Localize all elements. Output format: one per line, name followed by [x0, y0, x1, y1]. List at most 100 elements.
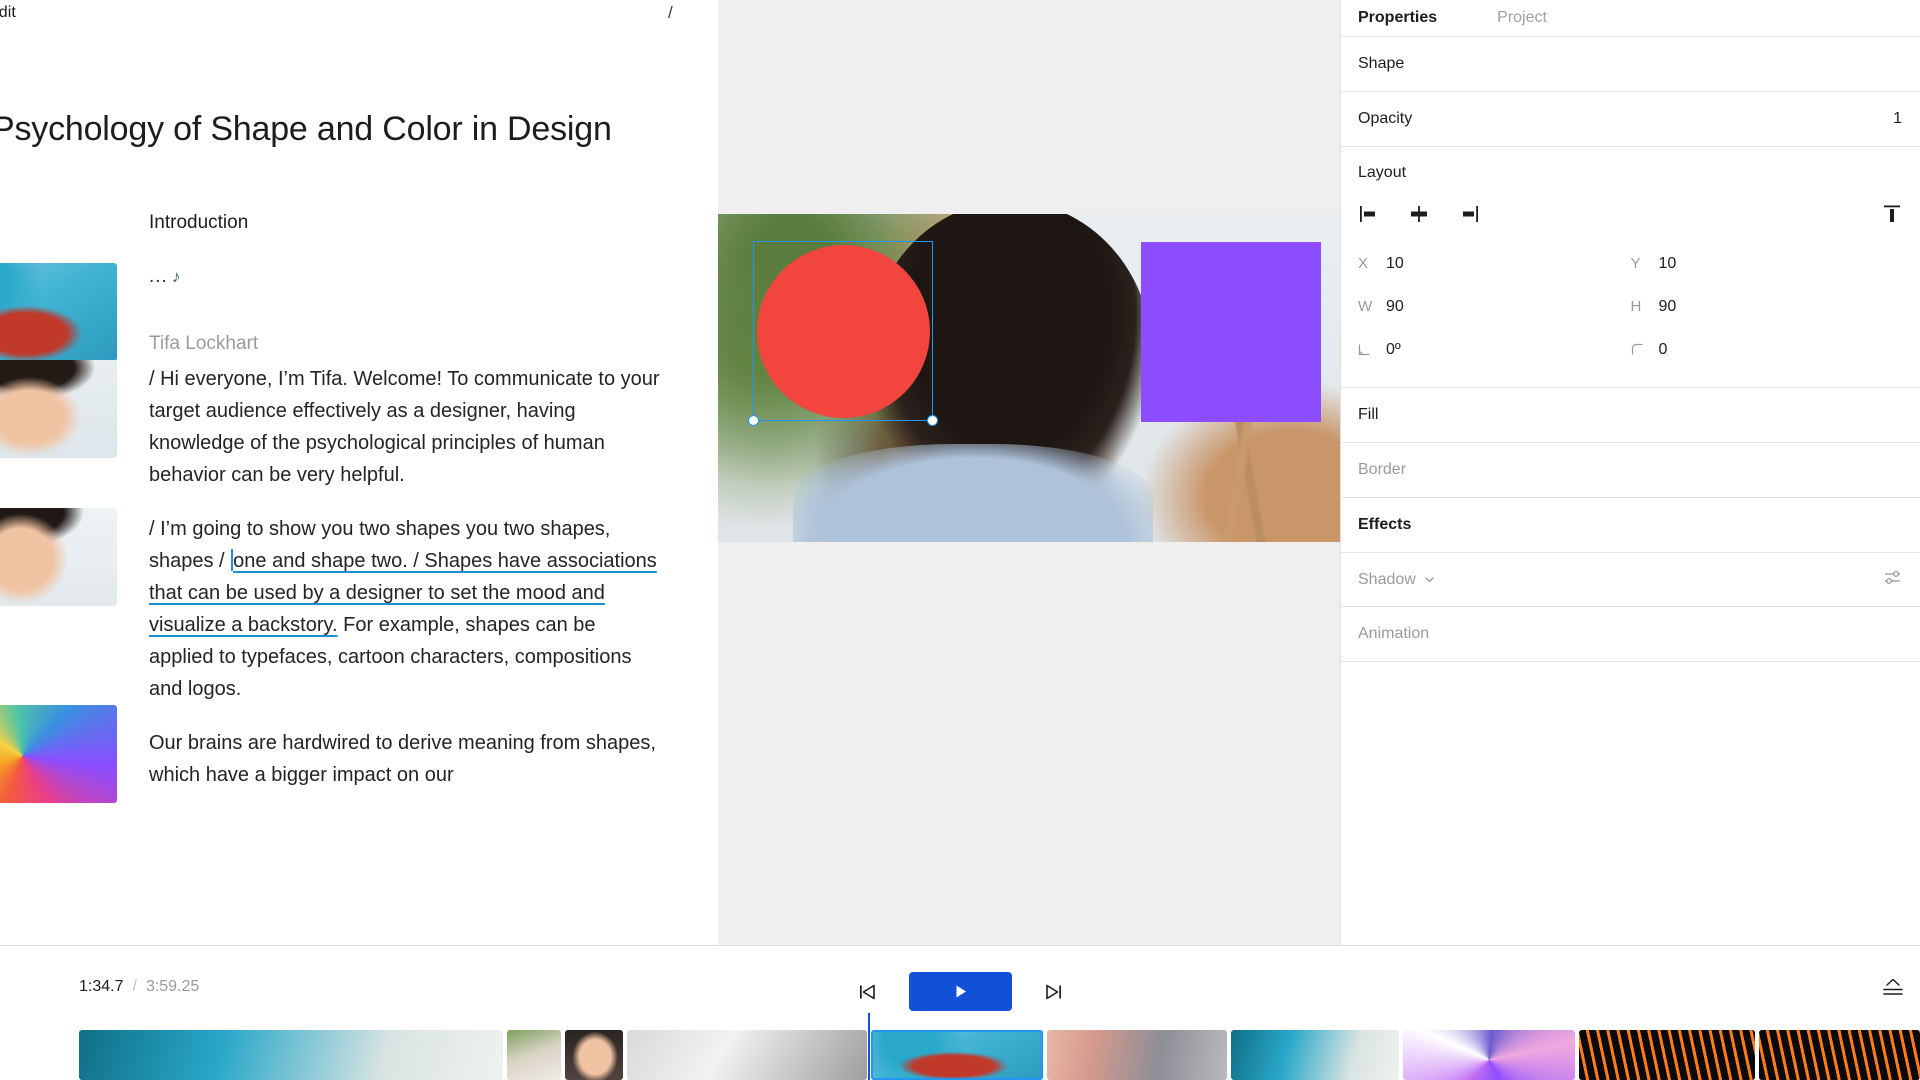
row-shadow[interactable]: Shadow: [1341, 553, 1920, 607]
tab-properties[interactable]: Properties: [1358, 9, 1437, 27]
video-editor-app: Edit / Psychology of Shape and Color in …: [0, 0, 1920, 1080]
doc-thumbnail[interactable]: [0, 705, 117, 803]
tab-project[interactable]: Project: [1497, 9, 1547, 27]
timeline-clip[interactable]: [1579, 1030, 1755, 1080]
h-key-label: H: [1630, 298, 1642, 315]
section-border[interactable]: Border: [1341, 443, 1920, 498]
corner-radius-value[interactable]: 0: [1659, 341, 1668, 359]
sliders-icon[interactable]: [1883, 568, 1902, 592]
video-subject-shirt: [792, 443, 1154, 542]
clip-thumbnail: [1403, 1030, 1575, 1080]
clip-thumbnail: [507, 1030, 561, 1080]
x-key-label: X: [1358, 255, 1369, 272]
field-height[interactable]: H 90: [1631, 298, 1904, 316]
timeline-clip[interactable]: [507, 1030, 561, 1080]
corner-radius-icon: [1631, 343, 1647, 356]
layout-section-label: Layout: [1358, 164, 1407, 181]
doc-thumbnail[interactable]: [0, 263, 117, 361]
timeline-clip[interactable]: [79, 1030, 503, 1080]
w-key-label: W: [1358, 298, 1373, 315]
timeline-clip[interactable]: [1231, 1030, 1399, 1080]
doc-thumbnail-art: [0, 508, 117, 606]
clip-thumbnail: [565, 1030, 623, 1080]
export-icon: [1883, 978, 1903, 995]
clip-thumbnail: [1047, 1030, 1227, 1080]
doc-thumbnail[interactable]: [0, 508, 117, 606]
skip-to-end-button[interactable]: [1040, 979, 1066, 1005]
transcript-pane: Edit / Psychology of Shape and Color in …: [0, 0, 718, 945]
preview-canvas[interactable]: [718, 0, 1340, 945]
section-shape[interactable]: Shape: [1341, 37, 1920, 92]
x-value[interactable]: 10: [1386, 255, 1404, 273]
rotation-value[interactable]: 0º: [1386, 341, 1401, 359]
align-right-icon[interactable]: [1458, 203, 1480, 225]
timeline-clip[interactable]: [565, 1030, 623, 1080]
timeline-clip-selected[interactable]: [871, 1030, 1043, 1080]
timeline-clip[interactable]: [1403, 1030, 1575, 1080]
align-top-icon[interactable]: [1881, 203, 1903, 225]
overlay-shape-square[interactable]: [1141, 242, 1321, 422]
play-button[interactable]: [908, 972, 1012, 1011]
transcript-paragraph-3[interactable]: Our brains are hardwired to derive meani…: [149, 727, 661, 791]
doc-thumbnail[interactable]: [0, 360, 117, 458]
play-icon: [956, 985, 966, 998]
menu-edit[interactable]: Edit: [0, 4, 16, 22]
timeline-filmstrip[interactable]: [0, 1030, 1920, 1080]
border-section-label: Border: [1358, 461, 1407, 478]
video-preview-frame[interactable]: [718, 214, 1340, 542]
clip-thumbnail: [871, 1030, 1043, 1080]
timeline-playhead[interactable]: [868, 1013, 870, 1080]
align-center-horizontal-icon[interactable]: [1408, 203, 1430, 225]
shape-section-label: Shape: [1358, 55, 1405, 72]
section-effects[interactable]: Effects: [1341, 498, 1920, 553]
timeline-clip[interactable]: [627, 1030, 867, 1080]
clip-thumbnail: [627, 1030, 867, 1080]
opacity-value[interactable]: 1: [1893, 110, 1902, 128]
overlay-shape-circle[interactable]: [757, 245, 930, 418]
skip-to-end-icon: [1045, 984, 1061, 999]
opacity-label: Opacity: [1358, 110, 1413, 127]
layout-row-position: X 10 Y 10: [1358, 242, 1903, 285]
align-left-icon[interactable]: [1358, 203, 1380, 225]
doc-thumbnail-art: [0, 360, 117, 458]
timeline-clip[interactable]: [1759, 1030, 1920, 1080]
field-x[interactable]: X 10: [1358, 255, 1631, 273]
doc-thumbnail-art: [0, 263, 117, 361]
panel-tabs: Properties Project: [1341, 0, 1920, 37]
doc-thumbnail-art: [0, 705, 117, 803]
h-value[interactable]: 90: [1659, 298, 1677, 316]
timeline-clip[interactable]: [1047, 1030, 1227, 1080]
field-rotation[interactable]: 0º: [1358, 341, 1631, 359]
clip-thumbnail: [1759, 1030, 1920, 1080]
shadow-label: Shadow: [1358, 570, 1416, 588]
layout-fields: X 10 Y 10 W 90 H 90 0º 0: [1358, 234, 1903, 387]
transcript-fade-overlay: [0, 905, 718, 945]
y-key-label: Y: [1630, 255, 1641, 272]
row-opacity[interactable]: Opacity 1: [1341, 92, 1920, 147]
transcript-paragraph-1[interactable]: / Hi everyone, I’m Tifa. Welcome! To com…: [149, 363, 661, 491]
y-value[interactable]: 10: [1659, 255, 1677, 273]
layout-row-transform: 0º 0: [1358, 328, 1903, 371]
fill-section-label: Fill: [1358, 406, 1379, 423]
field-corner-radius[interactable]: 0: [1631, 341, 1904, 359]
field-width[interactable]: W 90: [1358, 298, 1631, 316]
clip-thumbnail: [79, 1030, 503, 1080]
clip-thumbnail: [1579, 1030, 1755, 1080]
field-y[interactable]: Y 10: [1631, 255, 1904, 273]
section-fill[interactable]: Fill: [1341, 388, 1920, 443]
section-animation[interactable]: Animation: [1341, 607, 1920, 662]
skip-to-start-button[interactable]: [855, 979, 881, 1005]
section-heading-introduction[interactable]: Introduction: [149, 212, 248, 234]
export-button[interactable]: [1880, 976, 1906, 1007]
chevron-down-icon[interactable]: [1423, 573, 1436, 586]
effects-section-label: Effects: [1358, 516, 1412, 533]
transcript-paragraph-2[interactable]: / I’m going to show you two shapes you t…: [149, 513, 661, 705]
clip-thumbnail: [1231, 1030, 1399, 1080]
transcript-slash-marker: /: [668, 3, 673, 22]
rotation-icon: [1358, 343, 1374, 356]
alignment-toolbar: [1358, 194, 1903, 234]
w-value[interactable]: 90: [1386, 298, 1404, 316]
music-note-icon: ♪: [171, 267, 182, 286]
layout-row-size: W 90 H 90: [1358, 285, 1903, 328]
document-title[interactable]: Psychology of Shape and Color in Design: [0, 110, 612, 149]
